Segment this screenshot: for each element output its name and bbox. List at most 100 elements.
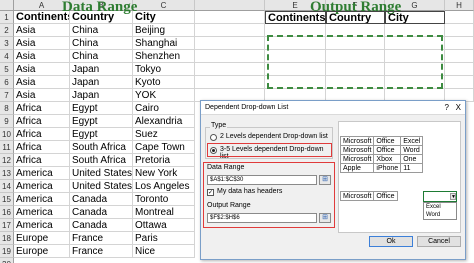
table-cell[interactable]: Shenzhen [133, 50, 195, 63]
table-cell[interactable]: Los Angeles [133, 180, 195, 193]
table-cell[interactable]: Pretoria [133, 154, 195, 167]
table-cell[interactable]: Asia [14, 50, 70, 63]
table-cell[interactable]: South Africa [70, 154, 133, 167]
table-cell[interactable]: Europe [14, 232, 70, 245]
table-cell[interactable]: China [70, 50, 133, 63]
column-header-h[interactable]: H [445, 0, 474, 11]
data-range-input[interactable]: $A$1:$C$30 [207, 175, 317, 185]
row-header[interactable]: 4 [0, 50, 14, 63]
table-cell[interactable]: Africa [14, 141, 70, 154]
table-cell[interactable]: America [14, 219, 70, 232]
table-cell[interactable]: Cape Town [133, 141, 195, 154]
table-cell[interactable]: France [70, 245, 133, 258]
row-header[interactable]: 2 [0, 24, 14, 37]
row-header[interactable]: 12 [0, 154, 14, 167]
table-cell[interactable]: Africa [14, 102, 70, 115]
dropdown-option[interactable]: Excel [424, 203, 456, 211]
output-header-cell[interactable]: Country [326, 11, 385, 24]
output-range-picker-icon[interactable]: ⊞ [319, 213, 331, 223]
row-header[interactable]: 19 [0, 245, 14, 258]
table-cell[interactable]: Africa [14, 128, 70, 141]
row-header[interactable]: 6 [0, 76, 14, 89]
empty-cell[interactable] [445, 11, 474, 24]
empty-cell[interactable] [195, 63, 265, 76]
table-cell[interactable]: Ottawa [133, 219, 195, 232]
row-header[interactable]: 17 [0, 219, 14, 232]
table-cell[interactable]: America [14, 167, 70, 180]
empty-cell[interactable] [195, 76, 265, 89]
table-cell[interactable]: America [14, 193, 70, 206]
table-header-cell[interactable]: City [133, 11, 195, 24]
table-cell[interactable]: United States [70, 167, 133, 180]
table-cell[interactable]: Asia [14, 63, 70, 76]
table-cell[interactable]: America [14, 206, 70, 219]
table-cell[interactable]: Alexandria [133, 115, 195, 128]
empty-cell[interactable] [445, 76, 474, 89]
dropdown-option[interactable]: Word [424, 211, 456, 219]
table-cell[interactable]: Asia [14, 89, 70, 102]
table-cell[interactable]: Europe [14, 245, 70, 258]
table-cell[interactable]: Egypt [70, 128, 133, 141]
table-cell[interactable]: Japan [70, 89, 133, 102]
table-cell[interactable]: France [70, 232, 133, 245]
output-header-cell[interactable]: City [385, 11, 445, 24]
select-all-corner[interactable] [0, 0, 14, 11]
table-cell[interactable]: Canada [70, 206, 133, 219]
empty-cell[interactable] [195, 50, 265, 63]
row-header[interactable]: 9 [0, 115, 14, 128]
table-cell[interactable]: China [70, 24, 133, 37]
empty-cell[interactable] [445, 50, 474, 63]
row-header[interactable]: 13 [0, 167, 14, 180]
table-cell[interactable]: Africa [14, 115, 70, 128]
table-cell[interactable]: South Africa [70, 141, 133, 154]
table-cell[interactable]: YOK [133, 89, 195, 102]
two-levels-radio[interactable] [210, 134, 217, 141]
table-cell[interactable]: China [70, 37, 133, 50]
empty-cell[interactable] [195, 37, 265, 50]
output-header-cell[interactable]: Continents [265, 11, 326, 24]
table-cell[interactable]: United States [70, 180, 133, 193]
row-header[interactable]: 10 [0, 128, 14, 141]
empty-cell[interactable] [445, 37, 474, 50]
empty-cell[interactable] [445, 24, 474, 37]
table-cell[interactable]: Montreal [133, 206, 195, 219]
help-button[interactable]: ? [445, 101, 449, 115]
close-button[interactable]: X [456, 101, 461, 115]
table-cell[interactable]: Nice [133, 245, 195, 258]
table-cell[interactable]: Shanghai [133, 37, 195, 50]
data-range-picker-icon[interactable]: ⊞ [319, 175, 331, 185]
output-range-input[interactable]: $F$2:$H$6 [207, 213, 317, 223]
table-cell[interactable]: Canada [70, 219, 133, 232]
empty-cell[interactable] [195, 11, 265, 24]
table-cell[interactable]: Cairo [133, 102, 195, 115]
chevron-down-icon[interactable]: ▼ [450, 193, 456, 200]
cancel-button[interactable]: Cancel [417, 236, 461, 247]
row-header[interactable]: 3 [0, 37, 14, 50]
table-cell[interactable]: Canada [70, 193, 133, 206]
table-cell[interactable]: New York [133, 167, 195, 180]
row-header[interactable]: 14 [0, 180, 14, 193]
table-cell[interactable]: Egypt [70, 115, 133, 128]
row-header[interactable]: 16 [0, 206, 14, 219]
table-cell[interactable]: Suez [133, 128, 195, 141]
table-cell[interactable]: Asia [14, 76, 70, 89]
column-header-c[interactable]: C [133, 0, 195, 11]
table-cell[interactable]: Asia [14, 24, 70, 37]
table-cell[interactable]: America [14, 180, 70, 193]
table-cell[interactable]: Japan [70, 76, 133, 89]
headers-checkbox[interactable]: ✓ [207, 189, 214, 196]
row-header[interactable]: 15 [0, 193, 14, 206]
table-cell[interactable]: Toronto [133, 193, 195, 206]
table-cell[interactable]: Egypt [70, 102, 133, 115]
row-header[interactable]: 7 [0, 89, 14, 102]
empty-cell[interactable] [195, 24, 265, 37]
table-cell[interactable]: Tokyo [133, 63, 195, 76]
row-header[interactable]: 1 [0, 11, 14, 24]
row-header[interactable]: 5 [0, 63, 14, 76]
table-cell[interactable]: Paris [133, 232, 195, 245]
column-header-blank[interactable] [195, 0, 265, 11]
table-cell[interactable]: Asia [14, 37, 70, 50]
ok-button[interactable]: Ok [369, 236, 413, 247]
table-cell[interactable]: Japan [70, 63, 133, 76]
row-header[interactable]: 20 [0, 258, 14, 263]
